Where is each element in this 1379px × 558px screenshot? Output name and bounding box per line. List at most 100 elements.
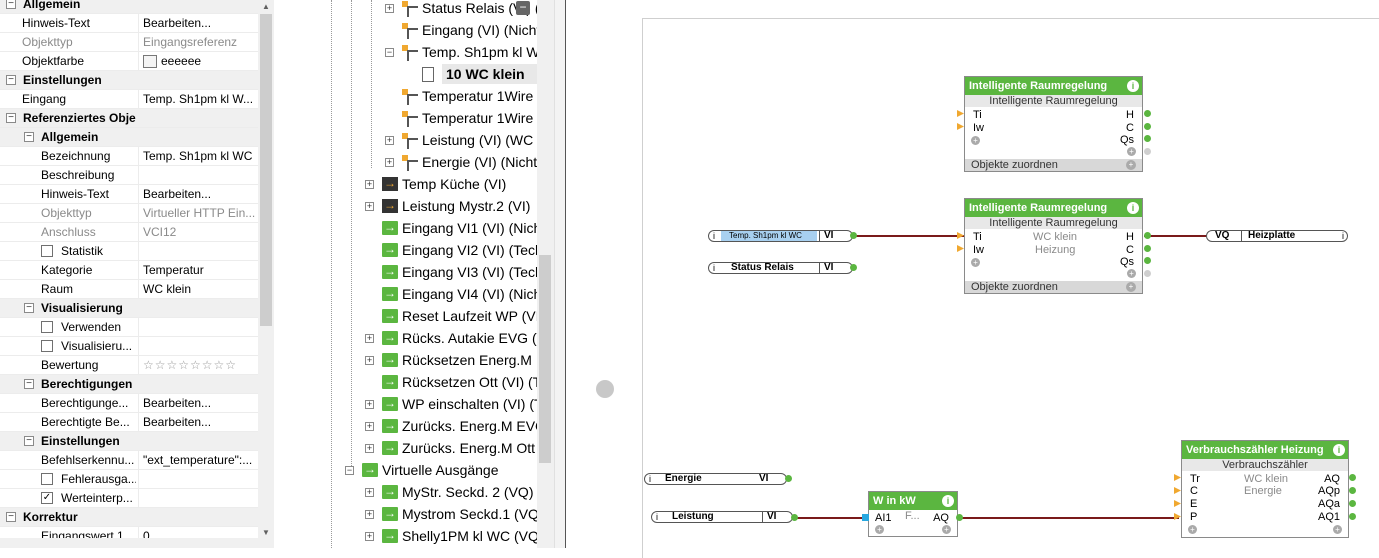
add-output-icon[interactable]: + bbox=[1127, 147, 1136, 156]
tree-item[interactable]: + MyStr. Seckd. 2 (VQ) (Nicl bbox=[330, 481, 537, 504]
property-row[interactable]: Objekttyp Eingangsreferenz bbox=[0, 33, 258, 52]
collapse-icon[interactable]: − bbox=[345, 466, 354, 475]
expand-icon[interactable]: + bbox=[365, 400, 374, 409]
connection-wire[interactable] bbox=[794, 517, 864, 519]
add-input-icon[interactable]: + bbox=[971, 258, 980, 267]
output-pin[interactable] bbox=[850, 232, 857, 239]
w-in-kw-block[interactable]: W in kW i AI1 F... AQ + + bbox=[868, 491, 958, 537]
property-section[interactable]: − Allgemein bbox=[0, 0, 258, 14]
tree-item[interactable]: − Virtuelle Ausgänge bbox=[330, 459, 537, 482]
property-section[interactable]: − Allgemein bbox=[0, 128, 258, 147]
output-pin[interactable] bbox=[1144, 148, 1151, 155]
expand-icon[interactable]: + bbox=[385, 158, 394, 167]
property-row[interactable]: Anschluss VCI12 bbox=[0, 223, 258, 242]
property-section[interactable]: − Visualisierung bbox=[0, 299, 258, 318]
add-input-icon[interactable]: + bbox=[1188, 525, 1197, 534]
tree-scrollbar[interactable] bbox=[537, 0, 554, 548]
intelligent-room-control-block[interactable]: Intelligente Raumregelung i Intelligente … bbox=[964, 76, 1143, 172]
property-value[interactable]: WC klein bbox=[138, 280, 258, 298]
tree-item[interactable]: Temperatur 1Wire 1 (V bbox=[330, 86, 537, 108]
property-value[interactable]: Temperatur bbox=[138, 261, 258, 279]
rating-stars[interactable]: ☆☆☆☆☆☆☆☆ bbox=[138, 356, 258, 374]
tree-item[interactable]: Eingang VI3 (VI) (Technikr bbox=[330, 261, 537, 284]
output-pin[interactable] bbox=[1144, 257, 1151, 264]
output-pin[interactable] bbox=[1349, 474, 1356, 481]
properties-horizontal-scrollbar[interactable] bbox=[0, 538, 258, 548]
collapse-icon[interactable]: − bbox=[24, 132, 34, 142]
scroll-down-arrow-icon[interactable]: ▼ bbox=[258, 526, 274, 540]
property-row[interactable]: Statistik bbox=[0, 242, 258, 261]
expand-icon[interactable]: + bbox=[365, 510, 374, 519]
output-pin[interactable] bbox=[1144, 270, 1151, 277]
consumption-meter-block[interactable]: Verbrauchszähler Heizung i Verbrauchszähl… bbox=[1181, 440, 1349, 538]
block-footer[interactable]: Objekte zuordnen + bbox=[965, 159, 1142, 171]
tree-item[interactable]: Eingang VI4 (VI) (Nicht zu bbox=[330, 283, 537, 306]
canvas-handle[interactable] bbox=[596, 380, 614, 398]
expand-icon[interactable]: + bbox=[365, 422, 374, 431]
property-row[interactable]: Bewertung ☆☆☆☆☆☆☆☆ bbox=[0, 356, 258, 375]
scrollbar-thumb[interactable] bbox=[260, 14, 272, 326]
collapse-icon[interactable]: − bbox=[385, 48, 394, 57]
output-pin[interactable] bbox=[1144, 135, 1151, 142]
intelligent-room-control-block[interactable]: Intelligente Raumregelung i Intelligente … bbox=[964, 198, 1143, 294]
property-row[interactable]: Hinweis-Text Bearbeiten... bbox=[0, 185, 258, 204]
variable-temp-sh1pm[interactable]: i Temp. Sh1pm kl WC VI bbox=[708, 230, 853, 242]
collapse-icon[interactable]: − bbox=[6, 512, 16, 522]
property-value[interactable]: "ext_temperature":... bbox=[138, 451, 258, 469]
expand-icon[interactable]: + bbox=[365, 180, 374, 189]
assign-objects-label[interactable]: Objekte zuordnen bbox=[971, 281, 1058, 293]
variable-heizplatte[interactable]: VQ Heizplatte i bbox=[1206, 230, 1348, 242]
add-input-icon[interactable]: + bbox=[971, 136, 980, 145]
tree-item[interactable]: Temperatur 1Wire 2 (V bbox=[330, 108, 537, 130]
property-value[interactable]: VCI12 bbox=[138, 223, 258, 241]
property-row[interactable]: Hinweis-Text Bearbeiten... bbox=[0, 14, 258, 33]
collapse-icon[interactable]: − bbox=[6, 0, 16, 9]
tree-item[interactable]: + Leistung (VI) (WC klein bbox=[330, 130, 537, 152]
checkbox[interactable]: ✓ bbox=[41, 492, 53, 504]
input-pin[interactable] bbox=[862, 514, 869, 521]
property-value[interactable]: Temp. Sh1pm kl WC bbox=[138, 147, 258, 165]
property-section[interactable]: − Korrektur bbox=[0, 508, 258, 527]
tree-item[interactable]: − Temp. Sh1pm kl WC (V bbox=[330, 42, 537, 64]
tree-item[interactable]: + Rücks. Autakie EVG (VI) (T bbox=[330, 327, 537, 350]
color-swatch[interactable] bbox=[143, 55, 157, 69]
output-pin[interactable] bbox=[1144, 232, 1151, 239]
tree-item[interactable]: +Status Relais (VI) (W− bbox=[330, 0, 537, 20]
scrollbar-thumb[interactable] bbox=[539, 255, 551, 463]
collapse-icon[interactable]: − bbox=[24, 303, 34, 313]
property-value[interactable]: Bearbeiten... bbox=[138, 394, 258, 412]
splitter[interactable] bbox=[554, 0, 567, 548]
tree-item[interactable]: Eingang VI1 (VI) (Nicht zu bbox=[330, 217, 537, 240]
property-row[interactable]: Objektfarbe eeeeee bbox=[0, 52, 258, 71]
info-icon[interactable]: i bbox=[1127, 80, 1139, 92]
tree-item[interactable]: Eingang (VI) (Nicht zug bbox=[330, 20, 537, 42]
connection-wire[interactable] bbox=[959, 517, 1179, 519]
collapse-icon[interactable]: − bbox=[24, 436, 34, 446]
tree-item[interactable]: + Temp Küche (VI) bbox=[330, 173, 537, 196]
assign-objects-label[interactable]: Objekte zuordnen bbox=[971, 159, 1058, 171]
tree-item[interactable]: + WP einschalten (VI) (Techr bbox=[330, 393, 537, 416]
property-row[interactable]: Visualisieru... bbox=[0, 337, 258, 356]
property-section[interactable]: − Einstellungen bbox=[0, 71, 258, 90]
tree-item[interactable]: + Shelly1PM kl WC (VQ) (N bbox=[330, 525, 537, 548]
property-value[interactable]: Temp. Sh1pm kl W... bbox=[138, 90, 258, 108]
property-value[interactable]: Bearbeiten... bbox=[138, 413, 258, 431]
property-row[interactable]: Berechtigunge... Bearbeiten... bbox=[0, 394, 258, 413]
expand-icon[interactable]: + bbox=[365, 444, 374, 453]
property-row[interactable]: Bezeichnung Temp. Sh1pm kl WC bbox=[0, 147, 258, 166]
scroll-up-arrow-icon[interactable]: ▲ bbox=[258, 0, 274, 14]
tree-item[interactable]: + Rücksetzen Energ.M EVG bbox=[330, 349, 537, 372]
collapse-icon[interactable]: − bbox=[6, 113, 16, 123]
property-row[interactable]: Beschreibung bbox=[0, 166, 258, 185]
expand-icon[interactable]: + bbox=[385, 4, 394, 13]
expand-icon[interactable]: + bbox=[365, 488, 374, 497]
output-pin[interactable] bbox=[1349, 513, 1356, 520]
property-row[interactable]: Befehlserkennu... "ext_temperature":... bbox=[0, 451, 258, 470]
add-output-icon[interactable]: + bbox=[942, 525, 951, 534]
output-pin[interactable] bbox=[1144, 123, 1151, 130]
tree-item[interactable]: + Mystrom Seckd.1 (VQ) (W bbox=[330, 503, 537, 526]
variable-leistung[interactable]: i Leistung VI bbox=[651, 511, 793, 523]
tree-item[interactable]: + Energie (VI) (Nicht zug bbox=[330, 152, 537, 174]
output-pin[interactable] bbox=[1144, 245, 1151, 252]
tree-item[interactable]: + Zurücks. Energ.M Ott (VI) bbox=[330, 437, 537, 460]
